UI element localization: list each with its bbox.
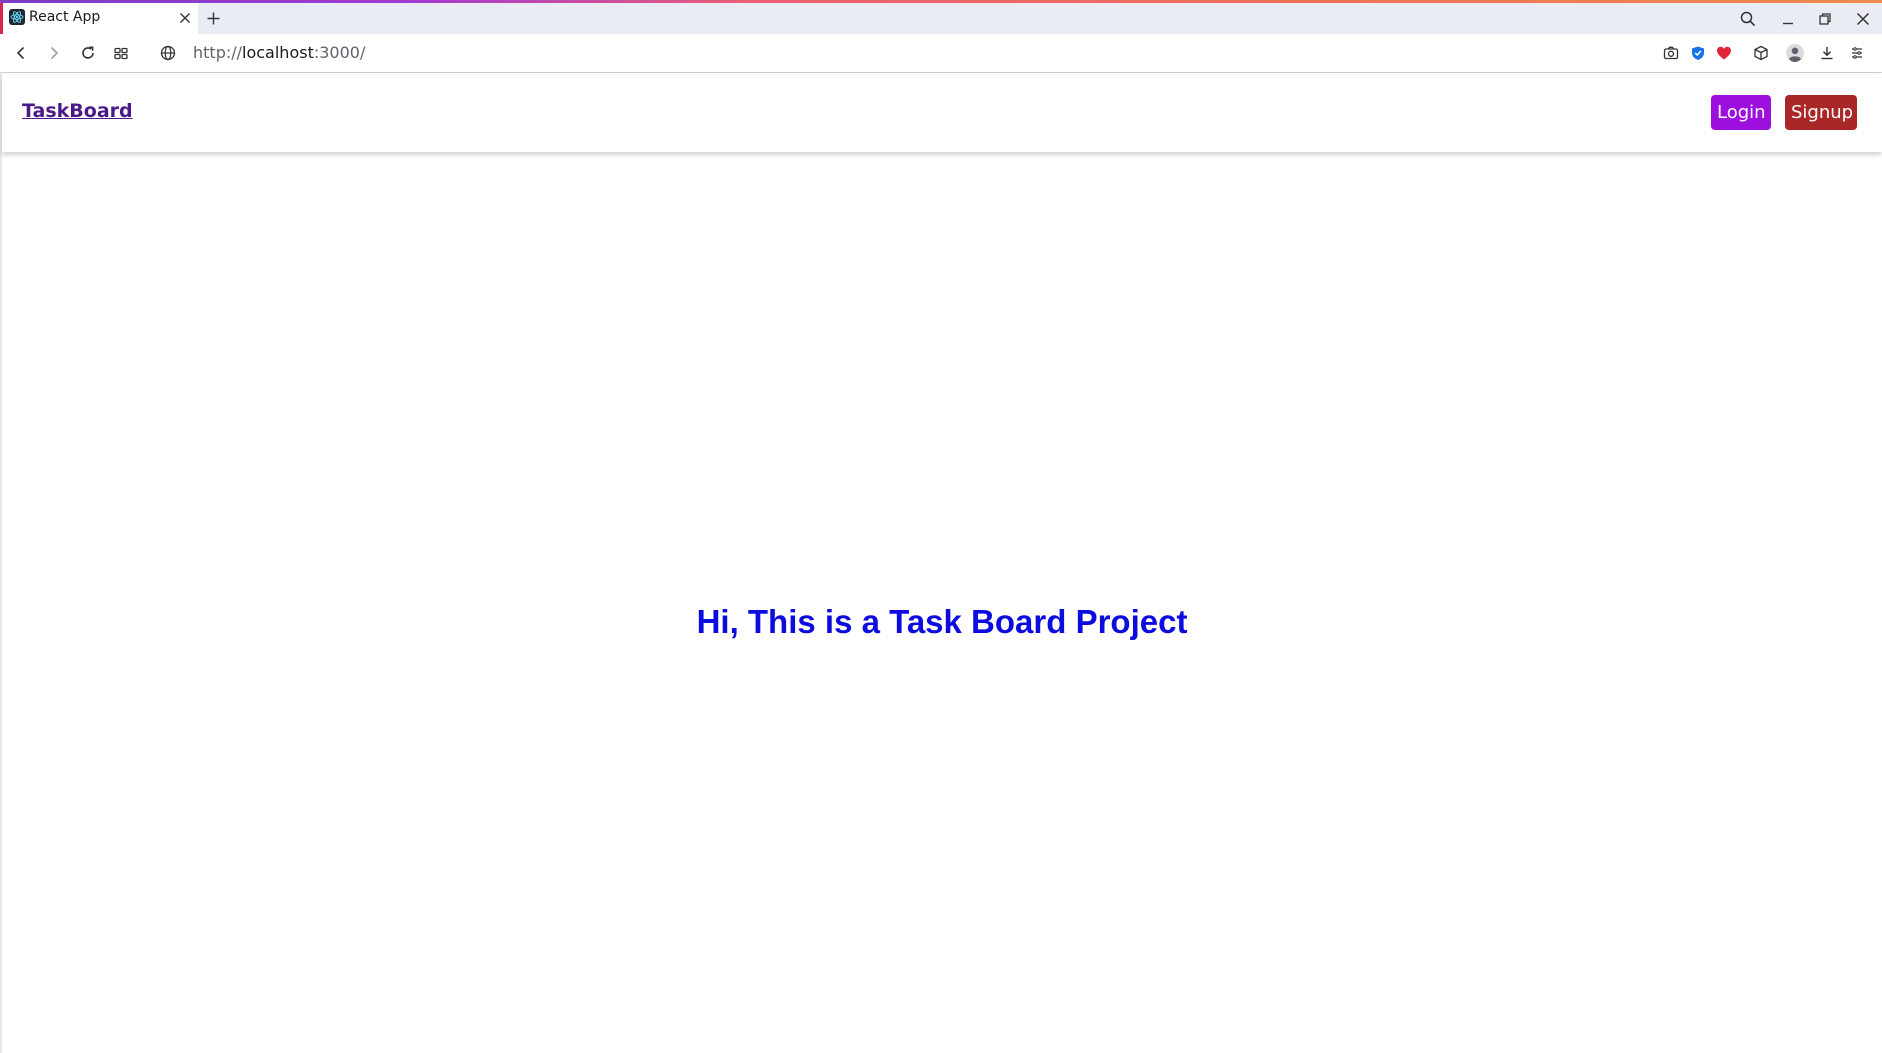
shield-icon[interactable]: [1687, 42, 1709, 64]
browser-window: React App http://localhost:3000/ TaskBoa…: [0, 0, 1882, 1053]
navigation-toolbar: http://localhost:3000/: [0, 34, 1882, 73]
address-bar[interactable]: http://localhost:3000/: [193, 43, 365, 62]
reload-icon[interactable]: [77, 42, 99, 64]
menu-icon[interactable]: [1846, 42, 1868, 64]
close-icon[interactable]: [1853, 9, 1873, 29]
url-port: :3000/: [313, 43, 366, 62]
close-tab-icon[interactable]: [177, 10, 193, 26]
globe-icon[interactable]: [157, 42, 179, 64]
signup-button[interactable]: Signup: [1785, 95, 1857, 130]
url-scheme: http://: [193, 43, 243, 62]
hero-heading: Hi, This is a Task Board Project: [696, 603, 1188, 641]
brand-link[interactable]: TaskBoard: [22, 100, 133, 122]
download-icon[interactable]: [1816, 42, 1838, 64]
url-host: localhost: [242, 43, 314, 62]
search-icon[interactable]: [1738, 9, 1758, 29]
minimize-icon[interactable]: [1778, 9, 1798, 29]
profile-icon[interactable]: [1784, 42, 1806, 64]
login-button[interactable]: Login: [1711, 95, 1771, 130]
heart-icon[interactable]: [1713, 42, 1735, 64]
tab-react-app[interactable]: React App: [0, 3, 198, 34]
tab-bar: React App: [0, 3, 1882, 34]
restore-icon[interactable]: [1815, 9, 1835, 29]
react-logo-icon: [9, 9, 25, 25]
page-viewport: TaskBoard Login Signup Hi, This is a Tas…: [0, 73, 1882, 1053]
cube-icon[interactable]: [1750, 42, 1772, 64]
camera-icon[interactable]: [1660, 42, 1682, 64]
tab-grid-icon[interactable]: [110, 42, 132, 64]
back-icon[interactable]: [10, 42, 32, 64]
plus-icon[interactable]: [205, 10, 222, 27]
tab-title: React App: [29, 9, 101, 25]
forward-icon[interactable]: [43, 42, 65, 64]
site-navbar: TaskBoard Login Signup: [2, 73, 1882, 152]
